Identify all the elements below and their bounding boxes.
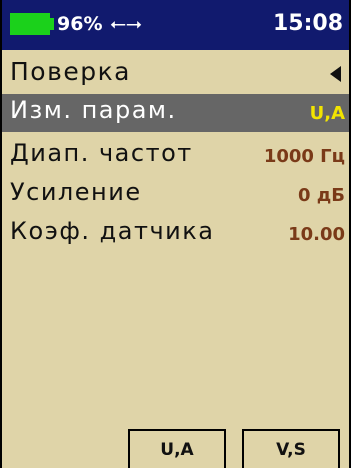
menu-title: Поверка xyxy=(10,57,131,86)
softkey-u-a[interactable]: U,A xyxy=(128,429,226,468)
softkey-label: U,A xyxy=(160,440,194,460)
menu-item-label: Изм. парам. xyxy=(10,96,177,124)
menu-item-value: U,A xyxy=(309,103,345,124)
softkey-v-s[interactable]: V,S xyxy=(242,429,340,468)
menu-item-label: Коэф. датчика xyxy=(10,217,215,245)
menu-item-label: Усиление xyxy=(10,178,142,206)
menu-item-label: Диап. частот xyxy=(10,139,193,167)
device-screen: 96% ⭠⭢ 15:08 Поверка Изм. парам. U,A Диа… xyxy=(2,0,349,468)
menu-item-value: 1000 Гц xyxy=(263,146,345,167)
battery-terminal xyxy=(50,18,54,30)
menu-item-value: 0 дБ xyxy=(297,185,345,206)
menu-item-gain[interactable]: Усиление 0 дБ xyxy=(2,176,349,214)
usb-icon: ⭠⭢ xyxy=(110,11,142,35)
status-bar: 96% ⭠⭢ 15:08 xyxy=(2,0,349,50)
softkey-label: V,S xyxy=(276,440,306,460)
menu-item-frequency-range[interactable]: Диап. частот 1000 Гц xyxy=(2,137,349,175)
back-arrow-icon[interactable] xyxy=(330,66,341,82)
battery-percent: 96% xyxy=(57,13,103,35)
menu-item-value: 10.00 xyxy=(288,224,345,245)
menu-item-measured-parameter[interactable]: Изм. парам. U,A xyxy=(2,94,349,132)
clock: 15:08 xyxy=(272,11,343,36)
menu-header: Поверка xyxy=(2,55,349,91)
battery-icon xyxy=(10,13,50,35)
menu-item-sensor-coefficient[interactable]: Коэф. датчика 10.00 xyxy=(2,215,349,253)
